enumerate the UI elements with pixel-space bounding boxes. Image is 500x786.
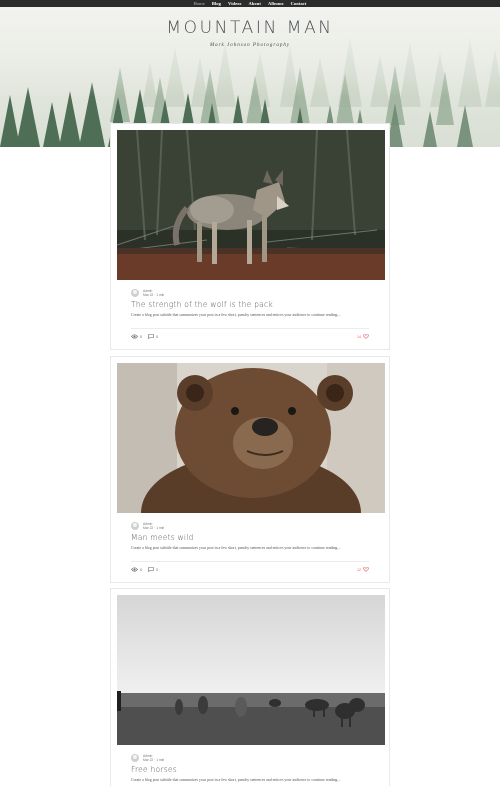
post-title[interactable]: Man meets wild xyxy=(131,533,383,542)
post-card[interactable]: Admin Mar 22 · 1 min Man meets wild Crea… xyxy=(110,356,390,583)
post-excerpt[interactable]: Create a blog post subtitle that summari… xyxy=(131,778,365,783)
nav-albums-link[interactable]: Albums xyxy=(268,1,284,6)
bear-photo xyxy=(117,363,385,513)
like-button[interactable]: 14 xyxy=(357,334,369,340)
heart-icon xyxy=(363,567,369,573)
divider xyxy=(131,560,369,562)
post-excerpt[interactable]: Create a blog post subtitle that summari… xyxy=(131,313,365,318)
views-count: 0 xyxy=(131,567,142,572)
site-subtitle: Mark Johnson Photography xyxy=(209,43,291,48)
post-excerpt[interactable]: Create a blog post subtitle that summari… xyxy=(131,546,365,551)
post-meta: Admin Mar 22 · 1 min xyxy=(131,289,383,298)
post-title[interactable]: Free horses xyxy=(131,765,383,774)
avatar[interactable] xyxy=(131,289,139,298)
post-meta: Admin Mar 22 · 1 min xyxy=(131,522,383,531)
read-time: 1 min xyxy=(156,293,165,298)
comment-icon xyxy=(148,334,154,340)
post-title[interactable]: The strength of the wolf is the pack xyxy=(131,300,383,309)
nav-home-link[interactable]: Home xyxy=(193,1,204,6)
post-meta: Admin Mar 22 · 1 min xyxy=(131,754,383,763)
avatar[interactable] xyxy=(131,754,139,763)
horses-photo xyxy=(117,595,385,745)
eye-icon xyxy=(131,567,138,572)
nav-videos-link[interactable]: Videos xyxy=(228,1,241,6)
wolf-photo xyxy=(117,130,385,280)
eye-icon xyxy=(131,334,138,339)
post-cover-image[interactable] xyxy=(117,130,385,280)
avatar[interactable] xyxy=(131,522,139,531)
nav-contact-link[interactable]: Contact xyxy=(291,1,307,6)
like-button[interactable]: 12 xyxy=(357,567,369,573)
post-date: Mar 22 xyxy=(143,293,154,298)
post-cover-image[interactable] xyxy=(117,363,385,513)
post-date: Mar 22 xyxy=(143,758,154,763)
post-stats: 0 0 12 xyxy=(131,566,369,574)
read-time: 1 min xyxy=(156,526,165,531)
post-cover-image[interactable] xyxy=(117,595,385,745)
comments-count[interactable]: 0 xyxy=(148,567,158,573)
post-date: Mar 22 xyxy=(143,526,154,531)
post-card[interactable]: Admin Mar 22 · 1 min The strength of the… xyxy=(110,123,390,350)
nav-about-link[interactable]: About xyxy=(248,1,261,6)
divider xyxy=(131,327,369,329)
comment-icon xyxy=(148,567,154,573)
comments-count[interactable]: 0 xyxy=(148,334,158,340)
read-time: 1 min xyxy=(156,758,165,763)
post-card[interactable]: Admin Mar 22 · 1 min Free horses Create … xyxy=(110,588,390,786)
top-nav: Home Blog Videos About Albums Contact xyxy=(0,0,500,7)
post-stats: 0 0 14 xyxy=(131,333,369,341)
site-title: MOUNTAIN MAN xyxy=(166,18,334,38)
views-count: 0 xyxy=(131,334,142,339)
heart-icon xyxy=(363,334,369,340)
nav-blog-link[interactable]: Blog xyxy=(212,1,221,6)
